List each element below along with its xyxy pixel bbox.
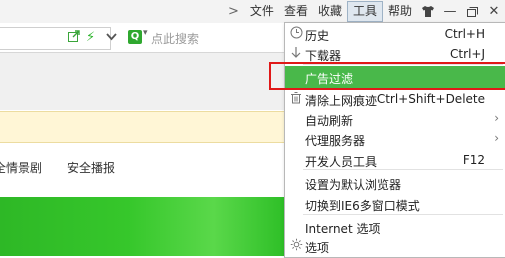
menu-bar: > 文件 查看 收藏 工具 帮助 — ✕ [222, 0, 505, 23]
menu-item-label: 历史 [305, 29, 330, 43]
green-banner [0, 197, 285, 256]
menu-item-label: 广告过滤 [305, 72, 354, 86]
search-box[interactable]: Q ▾ 点此搜索 [128, 28, 278, 48]
content-nav: 全情景剧 安全播报 [0, 150, 285, 190]
nav-link-security-news[interactable]: 安全播报 [67, 159, 115, 176]
menu-favorites[interactable]: 收藏 [313, 0, 347, 23]
title-bar: > 文件 查看 收藏 工具 帮助 — ✕ [0, 0, 505, 23]
menu-item-label: 开发人员工具 [305, 155, 378, 169]
restore-icon[interactable] [461, 0, 483, 23]
menu-item-label: 代理服务器 [305, 134, 366, 148]
close-icon[interactable]: ✕ [483, 0, 505, 23]
chevron-right-icon[interactable]: > [222, 4, 245, 19]
menu-item-label: 设置为默认浏览器 [305, 178, 402, 192]
submenu-arrow-icon: › [494, 111, 499, 125]
menu-item-proxy[interactable]: 代理服务器 › [285, 128, 505, 150]
download-arrow-icon [289, 46, 303, 60]
menu-item-set-default-browser[interactable]: 设置为默认浏览器 [285, 172, 505, 194]
menu-item-dev-tools[interactable]: 开发人员工具 F12 [285, 149, 505, 171]
tools-dropdown-menu: 历史 Ctrl+H 下载器 Ctrl+J 广告过滤 清除上网痕迹 Ctrl+Sh… [269, 22, 505, 258]
menu-item-auto-refresh[interactable]: 自动刷新 › [285, 108, 505, 130]
submenu-arrow-icon: › [494, 131, 499, 145]
menu-item-history[interactable]: 历史 Ctrl+H [285, 23, 505, 45]
menu-tools[interactable]: 工具 [346, 1, 383, 22]
search-engine-logo-icon[interactable]: Q [128, 30, 142, 44]
trash-icon [289, 91, 303, 105]
shortcut-label: F12 [462, 153, 485, 167]
shirt-skin-icon[interactable] [417, 0, 439, 23]
menu-item-label: 选项 [305, 241, 330, 255]
menu-item-label: 清除上网痕迹 [305, 94, 378, 108]
notice-bar [0, 111, 285, 143]
menu-item-ad-filter[interactable]: 广告过滤 [269, 62, 505, 90]
shortcut-label: Ctrl+H [444, 27, 485, 41]
chevron-down-icon[interactable] [106, 30, 117, 45]
menu-item-label: 自动刷新 [305, 114, 354, 128]
search-engine-caret-icon[interactable]: ▾ [143, 28, 148, 38]
shortcut-label: Ctrl+Shift+Delete [376, 92, 485, 106]
menu-view[interactable]: 查看 [279, 0, 313, 23]
search-placeholder[interactable]: 点此搜索 [151, 30, 199, 47]
menu-separator [303, 214, 503, 215]
page-header-area [0, 53, 285, 110]
menu-item-ie6-mode[interactable]: 切换到IE6多窗口模式 [285, 193, 505, 215]
menu-item-options[interactable]: 选项 [285, 235, 505, 257]
shortcut-label: Ctrl+J [450, 47, 485, 61]
gear-icon [289, 238, 303, 252]
minimize-icon[interactable]: — [439, 0, 461, 23]
history-clock-icon [289, 26, 303, 40]
menu-item-clear-traces[interactable]: 清除上网痕迹 Ctrl+Shift+Delete [285, 88, 505, 110]
menu-help[interactable]: 帮助 [383, 0, 417, 23]
lightning-icon[interactable]: ⚡ [86, 30, 95, 45]
nav-link-drama[interactable]: 全情景剧 [0, 159, 42, 176]
menu-file[interactable]: 文件 [245, 0, 279, 23]
menu-item-label: 切换到IE6多窗口模式 [305, 199, 420, 213]
share-icon[interactable] [68, 30, 80, 46]
menu-separator [303, 169, 503, 170]
